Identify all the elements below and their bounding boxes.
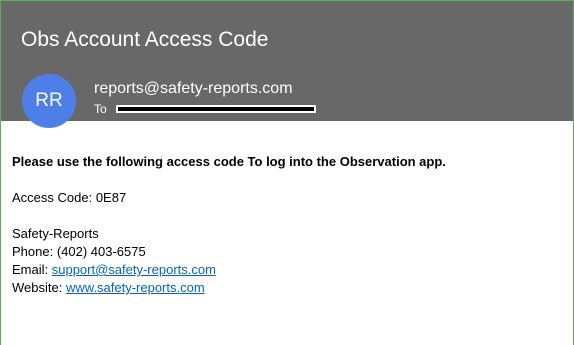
- email-viewer: Obs Account Access Code RR reports@safet…: [0, 0, 574, 345]
- email-label: Email:: [12, 262, 52, 277]
- website-link[interactable]: www.safety-reports.com: [66, 280, 205, 295]
- email-header: Obs Account Access Code RR reports@safet…: [1, 1, 573, 128]
- email-subject: Obs Account Access Code: [21, 28, 269, 51]
- recipient-line: To: [94, 101, 316, 117]
- website-line: Website: www.safety-reports.com: [12, 279, 562, 297]
- to-label: To: [94, 102, 107, 116]
- website-label: Website:: [12, 280, 66, 295]
- phone-text: Phone: (402) 403-6575: [12, 244, 146, 259]
- instruction-text: Please use the following access code To …: [12, 154, 446, 169]
- sender-avatar[interactable]: RR: [22, 74, 76, 128]
- company-name: Safety-Reports: [12, 226, 99, 241]
- email-body: Please use the following access code To …: [12, 153, 562, 297]
- support-email-link[interactable]: support@safety-reports.com: [52, 262, 216, 277]
- email-line: Email: support@safety-reports.com: [12, 261, 562, 279]
- redacted-recipient: [115, 105, 316, 113]
- access-code-text: Access Code: 0E87: [12, 190, 127, 205]
- sender-address[interactable]: reports@safety-reports.com: [94, 80, 293, 98]
